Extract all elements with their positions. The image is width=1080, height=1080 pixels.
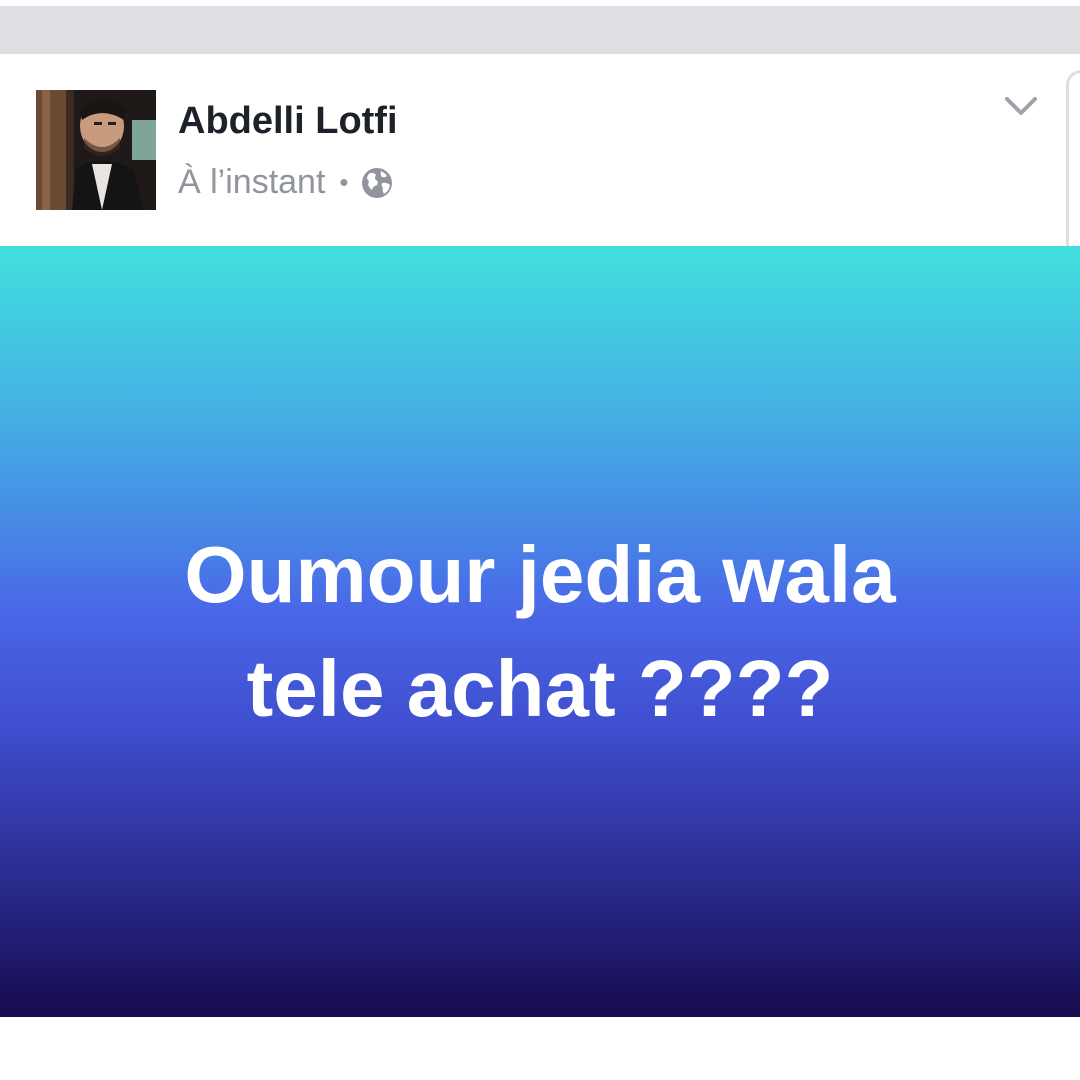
globe-icon[interactable] (361, 167, 393, 199)
screen: Abdelli Lotfi À l’instant • Oumour jedia… (0, 0, 1080, 1080)
post-text: Oumour jedia wala tele achat ???? (184, 529, 896, 733)
post-header: Abdelli Lotfi À l’instant • (0, 54, 1080, 246)
post-background: Oumour jedia wala tele achat ???? (0, 246, 1080, 1017)
chevron-down-icon[interactable] (1004, 94, 1038, 118)
feed-divider (0, 6, 1080, 54)
post-meta: À l’instant • (178, 160, 393, 204)
post-timestamp[interactable]: À l’instant (178, 163, 325, 202)
meta-separator: • (339, 166, 349, 197)
post-footer (0, 1017, 1080, 1080)
avatar[interactable] (36, 90, 156, 210)
author-name[interactable]: Abdelli Lotfi (178, 100, 398, 143)
avatar-photo (36, 90, 156, 210)
